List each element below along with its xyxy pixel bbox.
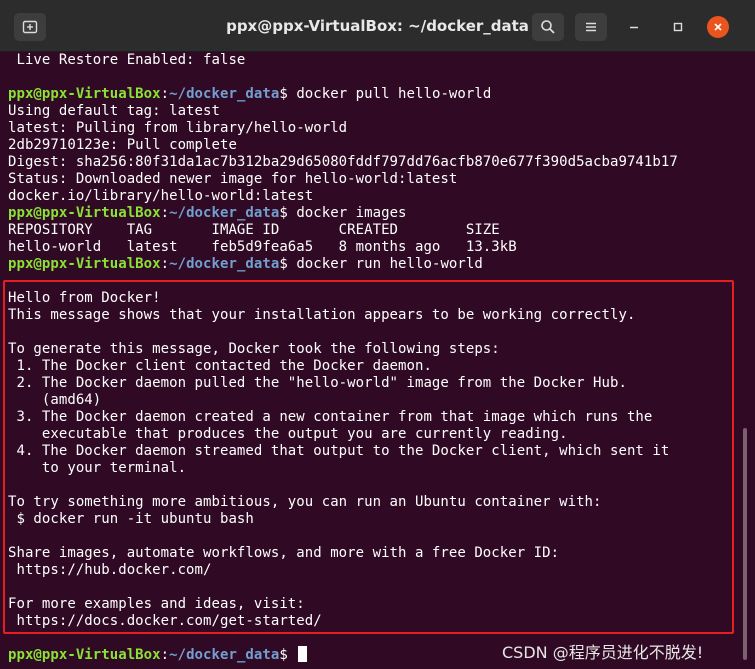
terminal-line: $ docker run -it ubuntu bash [8,511,254,527]
prompt-separator: : [160,205,170,221]
terminal-line: Using default tag: latest [8,103,220,119]
terminal-line: to your terminal. [8,460,187,476]
terminal-line: This message shows that your installatio… [8,307,636,323]
prompt-user: ppx@ppx-VirtualBox [8,647,161,663]
terminal-line: (amd64) [8,392,102,408]
prompt-line: ppx@ppx-VirtualBox:~/docker_data$ docker… [8,86,491,103]
terminal-output[interactable]: Live Restore Enabled: false ppx@ppx-Virt… [0,52,755,669]
close-icon [714,23,722,31]
terminal-line: 2. The Docker daemon pulled the "hello-w… [8,375,627,391]
search-button[interactable] [532,13,564,41]
terminal-line: 4. The Docker daemon streamed that outpu… [8,443,670,459]
prompt-symbol: $ [279,86,297,102]
prompt-line: ppx@ppx-VirtualBox:~/docker_data$ docker… [8,205,407,222]
terminal-line: docker.io/library/hello-world:latest [8,188,314,204]
prompt-separator: : [160,647,170,663]
terminal-line: Share images, automate workflows, and mo… [8,545,560,561]
menu-button[interactable] [575,13,607,41]
terminal-line: 3. The Docker daemon created a new conta… [8,409,653,425]
active-prompt-line[interactable]: ppx@ppx-VirtualBox:~/docker_data$ [8,646,308,663]
prompt-user: ppx@ppx-VirtualBox [8,256,161,272]
terminal-line: To try something more ambitious, you can… [8,494,602,510]
prompt-symbol: $ [279,256,297,272]
text-cursor [298,646,308,662]
terminal-line: latest: Pulling from library/hello-world [8,120,348,136]
maximize-icon [673,22,683,32]
prompt-user: ppx@ppx-VirtualBox [8,86,161,102]
minimize-button[interactable] [623,16,645,38]
table-row: hello-world latest feb5d9fea6a5 8 months… [8,239,517,255]
prompt-path: ~/docker_data [169,205,280,221]
terminal-line: 1. The Docker client contacted the Docke… [8,358,432,374]
title-bar: ppx@ppx-VirtualBox: ~/docker_data [0,0,755,52]
prompt-symbol: $ [279,205,297,221]
command-text: docker pull hello-world [296,86,492,102]
hamburger-menu-icon [586,22,596,32]
terminal-line: Status: Downloaded newer image for hello… [8,171,458,187]
prompt-user: ppx@ppx-VirtualBox [8,205,161,221]
watermark-text: CSDN @程序员进化不脱发! [502,643,704,662]
prompt-line: ppx@ppx-VirtualBox:~/docker_data$ docker… [8,256,483,273]
new-tab-icon [22,20,38,34]
minimize-icon [630,26,638,29]
prompt-path: ~/docker_data [169,647,280,663]
search-icon [541,20,555,34]
table-header: REPOSITORY TAG IMAGE ID CREATED SIZE [8,222,500,238]
prompt-symbol: $ [279,647,297,663]
close-button[interactable] [707,16,729,38]
terminal-line: Digest: sha256:80f31da1ac7b312ba29d65080… [8,154,678,170]
terminal-line: Hello from Docker! [8,290,161,306]
maximize-button[interactable] [667,16,689,38]
terminal-line: Live Restore Enabled: false [8,52,246,68]
link-text[interactable]: https://hub.docker.com/ [8,562,212,579]
scrollbar[interactable] [743,428,747,660]
prompt-separator: : [160,86,170,102]
new-tab-button[interactable] [14,13,46,41]
terminal-line: executable that produces the output you … [8,426,568,442]
terminal-line: For more examples and ideas, visit: [8,596,305,612]
prompt-separator: : [160,256,170,272]
terminal-line: To generate this message, Docker took th… [8,341,500,357]
prompt-path: ~/docker_data [169,86,280,102]
terminal-line: 2db29710123e: Pull complete [8,137,237,153]
command-text: docker images [296,205,407,221]
command-text: docker run hello-world [296,256,483,272]
prompt-path: ~/docker_data [169,256,280,272]
link-text[interactable]: https://docs.docker.com/get-started/ [8,613,322,630]
